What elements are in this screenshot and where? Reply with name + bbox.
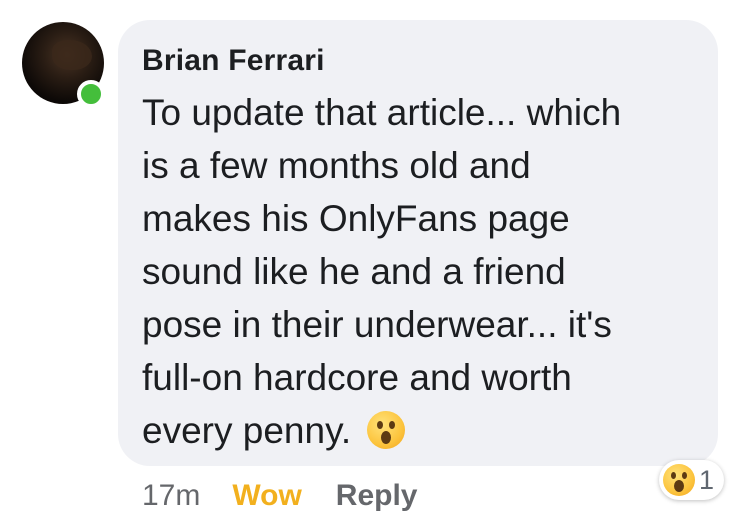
wow-reaction-icon: [663, 464, 695, 496]
comment-actions: 17m Wow Reply: [142, 474, 418, 518]
avatar-photo: [52, 40, 92, 70]
reaction-button[interactable]: Wow: [232, 479, 301, 513]
comment-author[interactable]: Brian Ferrari: [142, 44, 325, 78]
reaction-summary[interactable]: 1: [659, 460, 725, 500]
comment-timestamp[interactable]: 17m: [142, 479, 200, 513]
comment-text: To update that article... which is a few…: [142, 86, 702, 457]
reply-button[interactable]: Reply: [336, 479, 418, 513]
reaction-count: 1: [699, 464, 715, 495]
online-status-icon: [77, 80, 105, 108]
wow-emoji-icon: [367, 411, 406, 449]
comment-body: To update that article... which is a few…: [142, 92, 622, 451]
